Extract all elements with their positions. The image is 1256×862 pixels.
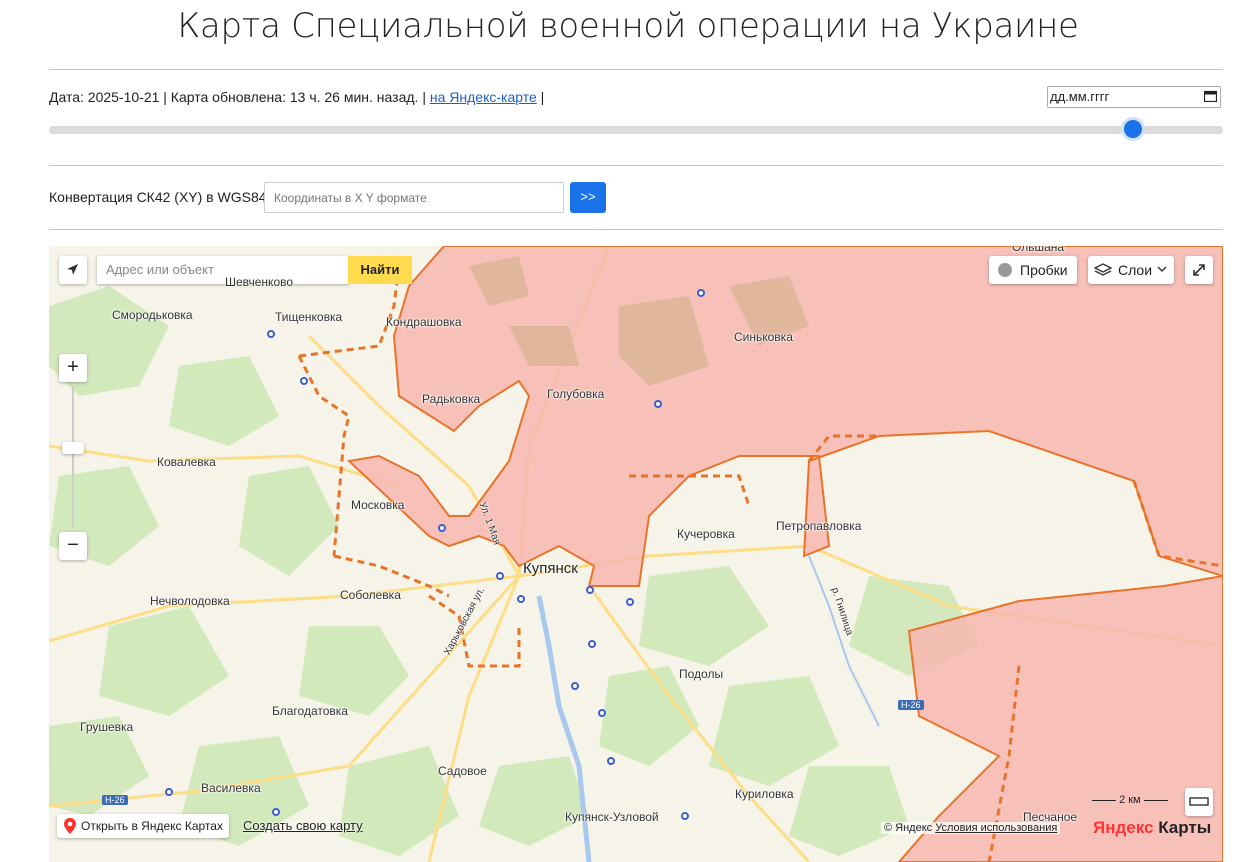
place-label: Петропавловка: [776, 519, 862, 533]
date-slider-thumb[interactable]: [1124, 120, 1142, 138]
logo-black: Яндекс: [1093, 818, 1154, 837]
logo-red: Карты: [1158, 818, 1212, 837]
zoom-out-button[interactable]: −: [59, 532, 87, 560]
place-label: Радьковка: [422, 392, 481, 406]
ruler-button[interactable]: [1185, 788, 1213, 816]
layers-icon: [1094, 263, 1112, 276]
place-label: Василевка: [201, 781, 261, 795]
map-view[interactable]: Адрес или объект Найти Пробки Слои + − О…: [49, 246, 1223, 862]
scale-label: 2 км: [1119, 794, 1141, 806]
convert-button[interactable]: >>: [570, 182, 606, 213]
place-label: Подолы: [679, 667, 724, 681]
geolocation-button[interactable]: [59, 256, 87, 284]
coordinates-input[interactable]: [264, 182, 564, 213]
calendar-icon[interactable]: [1204, 90, 1217, 102]
location-arrow-icon: [67, 264, 78, 275]
place-label: Куриловка: [735, 787, 794, 801]
zoom-slider-track[interactable]: [72, 386, 74, 528]
place-label: Нечволодовка: [150, 594, 230, 608]
place-label: Соболевка: [340, 588, 401, 602]
traffic-label: Пробки: [1020, 262, 1068, 278]
zoom-slider-handle[interactable]: [62, 442, 84, 454]
map-canvas[interactable]: [49, 246, 1223, 862]
yandex-map-link[interactable]: на Яндекс-карте: [430, 89, 537, 105]
place-label: Ковалевка: [157, 455, 216, 469]
traffic-button[interactable]: Пробки: [989, 256, 1077, 284]
traffic-icon: [998, 263, 1012, 277]
map-search-input[interactable]: Адрес или объект: [97, 256, 349, 284]
divider: [49, 229, 1223, 230]
place-label: Синьковка: [734, 330, 793, 344]
place-label: Садовое: [438, 764, 487, 778]
expand-icon: [1193, 264, 1205, 276]
copyright-text: © Яндекс: [884, 822, 933, 834]
separator: |: [540, 89, 545, 105]
date-slider-track[interactable]: [49, 126, 1223, 134]
create-map-link[interactable]: Создать свою карту: [243, 818, 363, 833]
road-badge: Н-26: [102, 795, 128, 805]
page-title: Карта Специальной военной операции на Ук…: [177, 6, 1079, 46]
place-label: Купянск: [523, 560, 578, 577]
layers-label: Слои: [1118, 262, 1153, 278]
place-label: Кучеровка: [677, 527, 735, 541]
open-in-yandex-button[interactable]: Открыть в Яндекс Картах: [57, 814, 229, 838]
place-label: Ольшана: [1012, 246, 1065, 254]
divider: [49, 165, 1223, 166]
date-text: Дата: 2025-10-21 | Карта обновлена: 13 ч…: [49, 89, 426, 105]
copyright: © Яндекс Условия использования: [881, 822, 1061, 834]
place-label: Московка: [351, 498, 405, 512]
update-info: Дата: 2025-10-21 | Карта обновлена: 13 ч…: [49, 89, 544, 105]
road-badge: Н-26: [898, 700, 924, 710]
place-label: Шевченково: [225, 275, 294, 289]
chevron-down-icon: [1157, 266, 1167, 272]
layers-button[interactable]: Слои: [1088, 256, 1174, 284]
zoom-in-button[interactable]: +: [59, 354, 87, 382]
divider: [49, 69, 1223, 70]
yandex-maps-logo: Яндекс Карты: [1093, 818, 1211, 838]
ruler-icon: [1189, 797, 1209, 806]
date-picker-input[interactable]: дд.мм.гггг: [1047, 86, 1221, 108]
place-label: Кондрашовка: [386, 315, 462, 329]
place-label: Голубовка: [547, 387, 605, 401]
place-label: Купянск-Узловой: [565, 810, 659, 824]
fullscreen-button[interactable]: [1185, 256, 1213, 284]
terms-link[interactable]: Условия использования: [935, 822, 1057, 834]
place-label: Тищенковка: [275, 310, 343, 324]
open-in-yandex-label: Открыть в Яндекс Картах: [81, 819, 223, 833]
convert-label: Конвертация СК42 (XY) в WGS84:: [49, 189, 271, 205]
map-pin-icon: [64, 818, 76, 834]
date-placeholder: дд.мм.гггг: [1050, 89, 1110, 104]
place-label: Смородьковка: [112, 308, 193, 322]
place-label: Благодатовка: [272, 704, 348, 718]
find-button[interactable]: Найти: [348, 256, 412, 284]
map-scale: 2 км: [1092, 794, 1168, 806]
place-label: Грушевка: [80, 720, 134, 734]
